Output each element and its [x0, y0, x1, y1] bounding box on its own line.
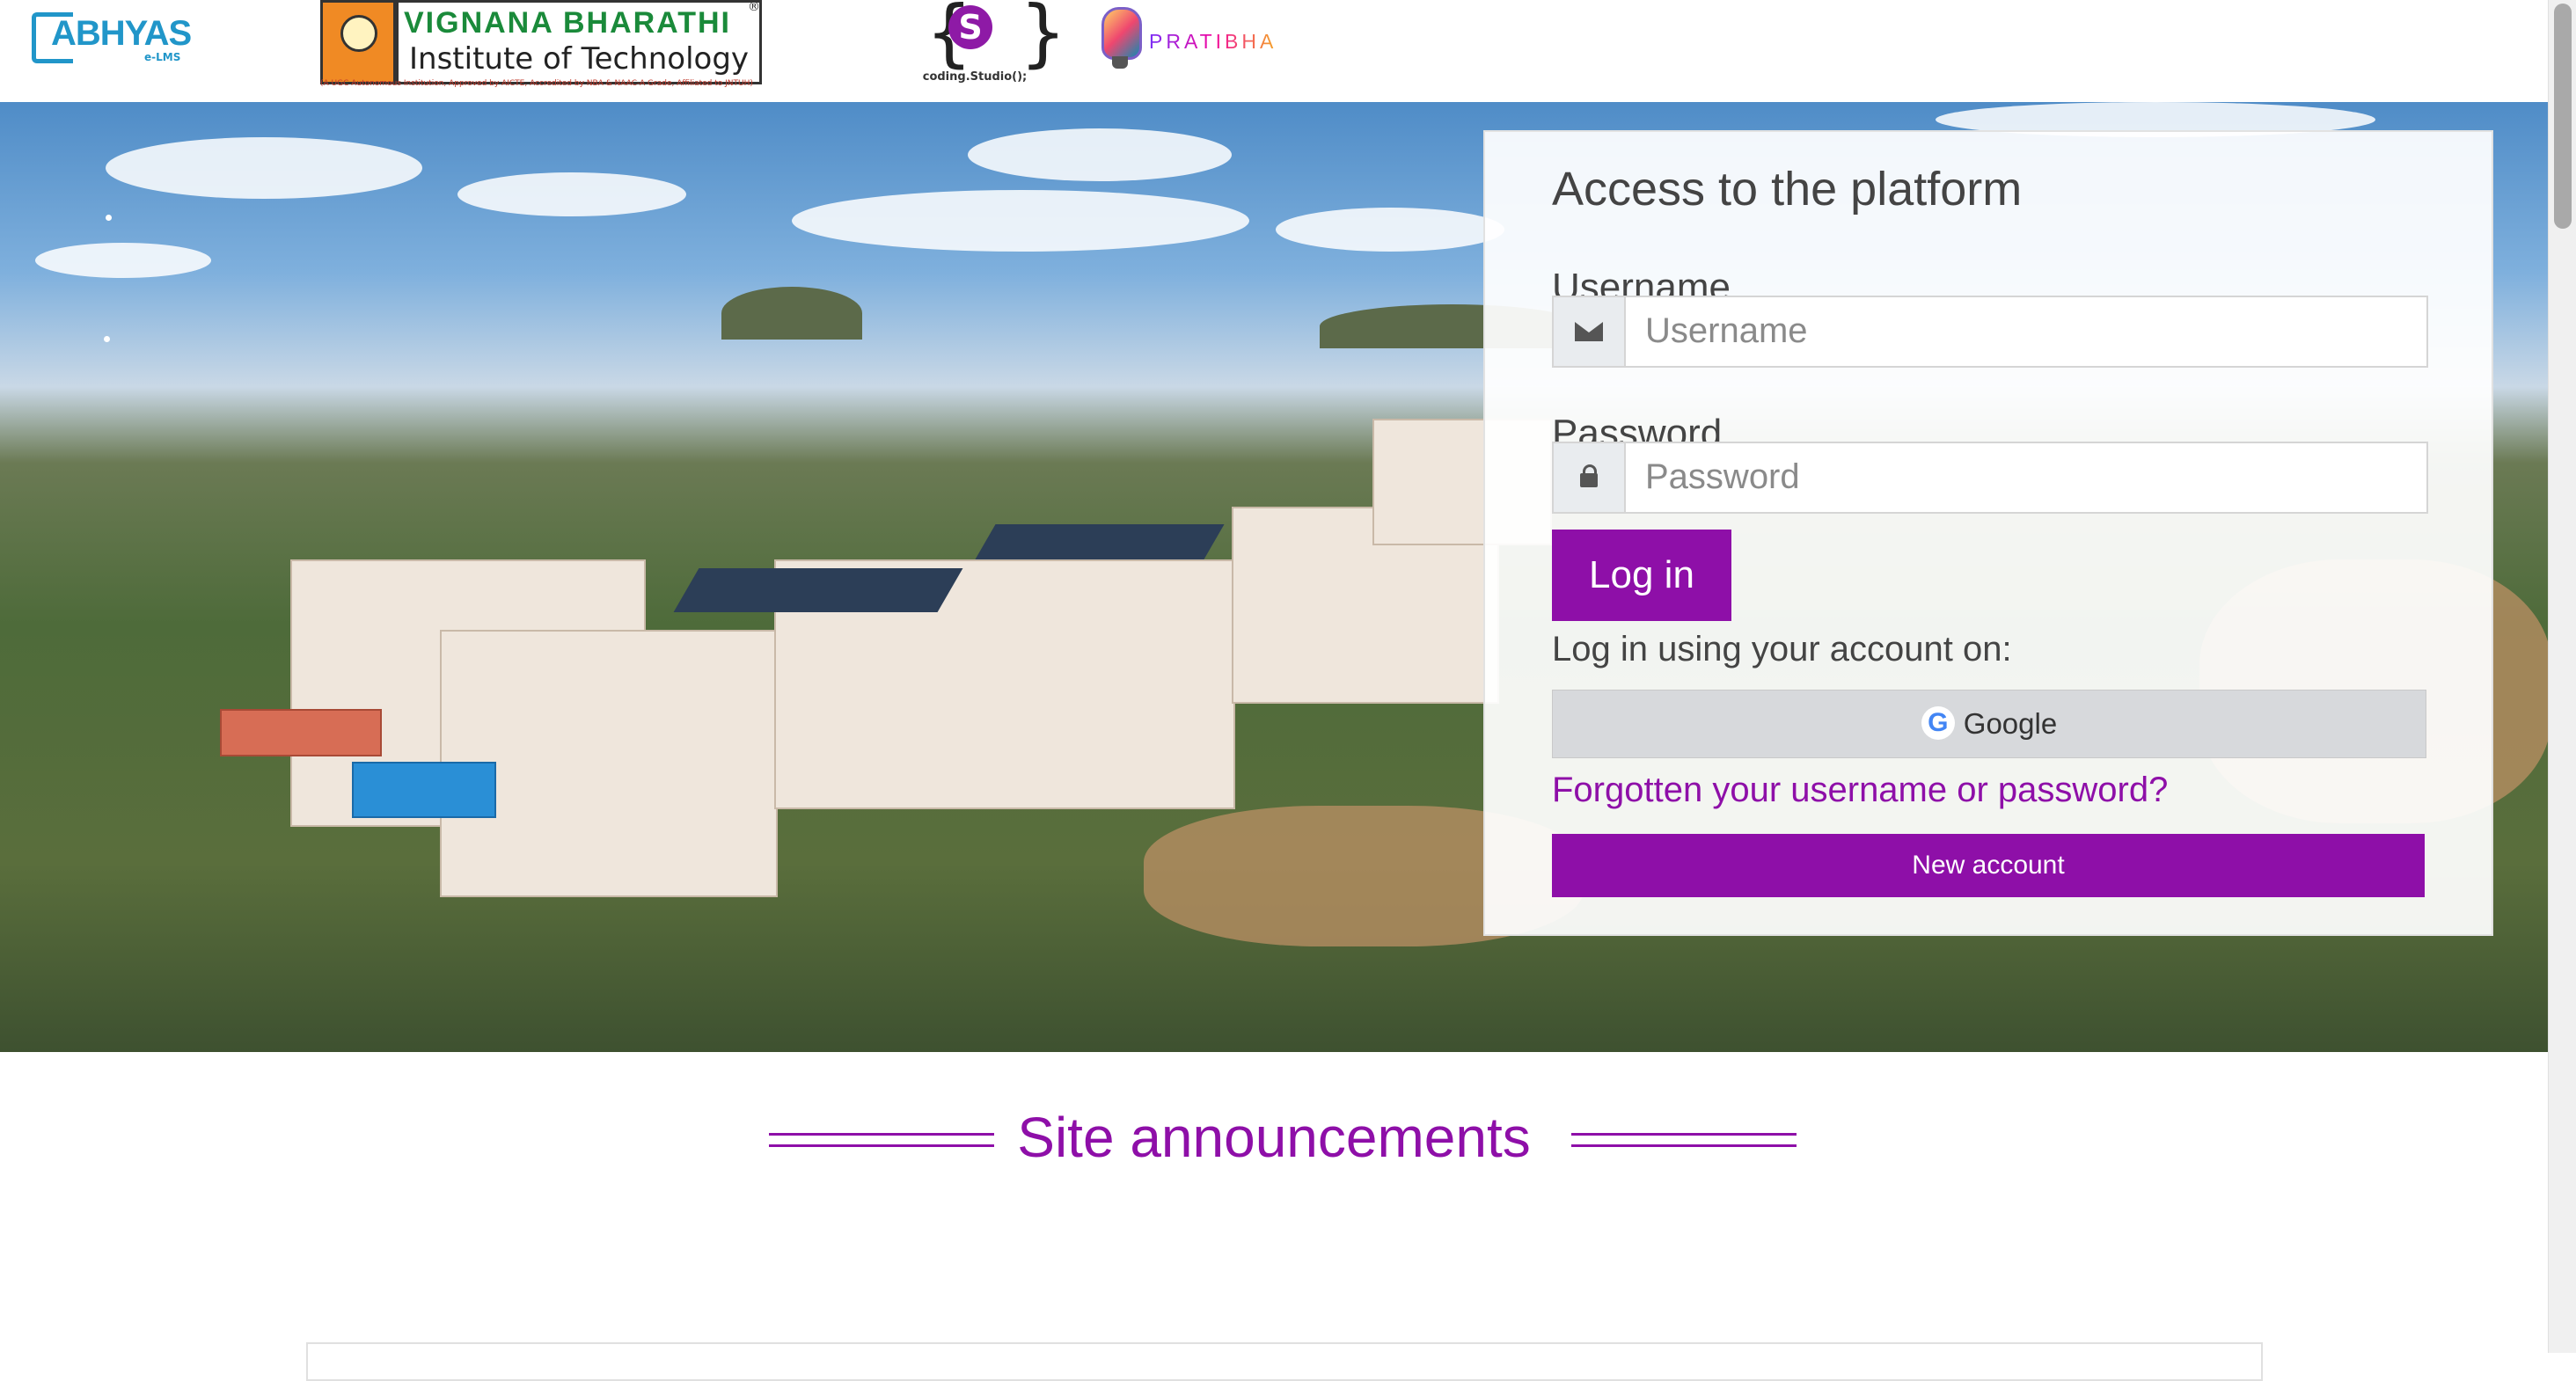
password-input[interactable] — [1626, 443, 2421, 510]
cloud — [457, 172, 686, 216]
blue-shed — [352, 762, 496, 818]
scrollbar[interactable] — [2548, 0, 2576, 1353]
lock-icon — [1580, 464, 1598, 487]
login-button[interactable]: Log in — [1552, 530, 1731, 621]
lightbulb-base — [1112, 56, 1128, 69]
vbit-logo-line2: Institute of Technology — [409, 41, 750, 77]
vbit-tagline: (A UGC Autonomous Institution, Approved … — [320, 79, 753, 88]
site-announcements-title: Site announcements — [1017, 1106, 1531, 1169]
solar-panels — [673, 568, 963, 612]
lightbulb-icon — [1101, 7, 1142, 60]
abhyas-logo[interactable]: ABHYAS e-LMS — [32, 7, 192, 65]
distant-hill — [721, 287, 862, 340]
alt-login-text: Log in using your account on: — [1552, 630, 2012, 669]
google-login-label: Google — [1963, 707, 2058, 740]
decorative-dot — [104, 336, 110, 342]
announcements-panel — [306, 1342, 2263, 1381]
new-account-button[interactable]: New account — [1552, 834, 2425, 897]
username-field — [1552, 296, 2428, 368]
password-addon — [1554, 443, 1626, 512]
cloud — [792, 190, 1249, 252]
cloud — [35, 243, 211, 278]
login-card: Access to the platform Username Password… — [1483, 130, 2493, 936]
abhyas-logo-subtitle: e-LMS — [144, 51, 181, 63]
google-icon: G — [1921, 706, 1955, 741]
cloud — [1276, 208, 1504, 252]
decorative-dot — [106, 215, 112, 221]
forgot-password-link[interactable]: Forgotten your username or password? — [1552, 771, 2168, 810]
vbit-emblem-icon — [320, 0, 396, 84]
header: ABHYAS e-LMS VIGNANA BHARATHI Institute … — [0, 0, 2548, 102]
username-addon — [1554, 297, 1626, 366]
solar-panels — [975, 524, 1225, 559]
vbit-name-box: VIGNANA BHARATHI Institute of Technology — [396, 0, 762, 84]
envelope-icon — [1575, 322, 1603, 341]
password-field — [1552, 442, 2428, 514]
username-input[interactable] — [1626, 297, 2421, 364]
heading-divider-right — [1571, 1133, 1797, 1147]
coding-studio-letter: S — [948, 5, 992, 49]
braces-icon: { } — [926, 0, 1067, 76]
pratibha-logo[interactable]: PRATIBHA — [1101, 5, 1277, 76]
vbit-logo[interactable]: VIGNANA BHARATHI Institute of Technology… — [320, 0, 764, 93]
heading-divider-left — [769, 1133, 994, 1147]
site-announcements-section: Site announcements — [0, 1105, 2548, 1170]
red-roof-building — [220, 709, 382, 756]
scrollbar-thumb[interactable] — [2554, 4, 2572, 229]
cloud — [968, 128, 1232, 181]
login-title: Access to the platform — [1552, 163, 2023, 216]
google-login-button[interactable]: G Google — [1552, 690, 2426, 758]
cloud — [106, 137, 422, 199]
coding-studio-logo[interactable]: { } S coding.Studio(); — [920, 0, 1067, 91]
coding-studio-name: coding.Studio(); — [922, 70, 1028, 84]
vbit-logo-line1: VIGNANA BHARATHI — [404, 6, 754, 40]
pratibha-logo-text: PRATIBHA — [1149, 30, 1277, 53]
registered-mark: ® — [748, 0, 760, 14]
abhyas-logo-text: ABHYAS — [51, 14, 192, 53]
